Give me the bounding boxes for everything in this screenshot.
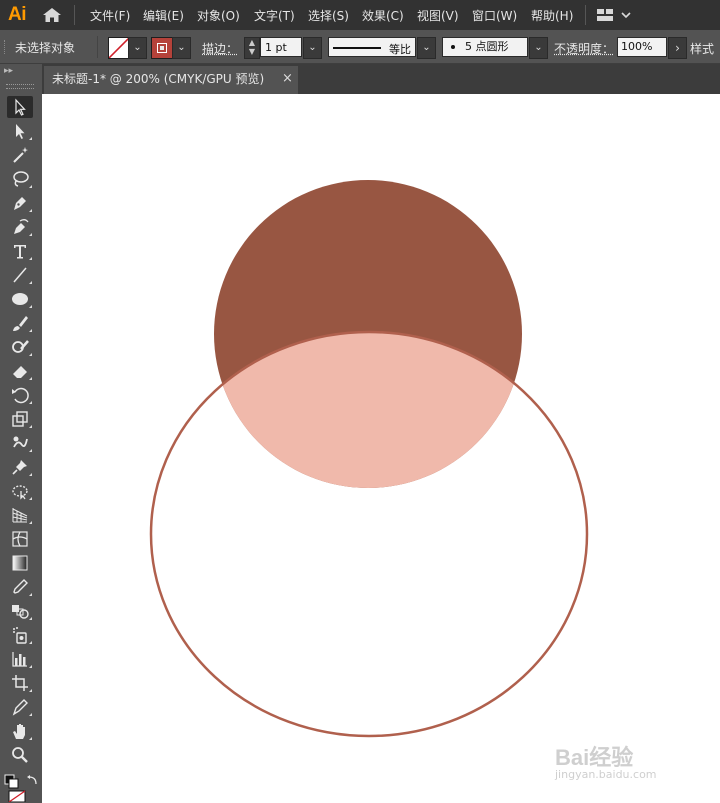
gradient-tool-icon[interactable]	[7, 552, 33, 574]
stroke-weight-spinner-icon[interactable]: ▲ ▼	[244, 37, 260, 59]
profile-line-icon	[333, 47, 381, 49]
style-label[interactable]: 样式	[690, 40, 714, 57]
opacity-label[interactable]: 不透明度：	[554, 40, 614, 57]
opacity-chevron-right-icon[interactable]: ›	[668, 37, 687, 59]
menu-separator	[585, 5, 586, 25]
direct-selection-tool-icon[interactable]	[7, 120, 33, 142]
pin-tool-icon[interactable]	[7, 456, 33, 478]
fill-swatch[interactable]	[108, 37, 130, 59]
ellipse-tool-icon[interactable]	[7, 288, 33, 310]
workspace-switcher-icon[interactable]	[597, 8, 631, 22]
selection-status: 未选择对象	[15, 41, 76, 55]
eyedropper-tool-icon[interactable]	[7, 576, 33, 598]
paintbrush-tool-icon[interactable]	[7, 312, 33, 334]
type-tool-icon[interactable]	[7, 240, 33, 262]
tools-panel-grip[interactable]	[6, 84, 34, 89]
document-tab[interactable]: 未标题-1* @ 200% (CMYK/GPU 预览)	[44, 66, 298, 94]
mesh-tool-icon[interactable]	[7, 528, 33, 550]
blend-tool-icon[interactable]	[7, 600, 33, 622]
column-graph-tool-icon[interactable]	[7, 648, 33, 670]
menu-view[interactable]: 视图(V)	[417, 7, 459, 24]
menu-window[interactable]: 窗口(W)	[472, 7, 517, 24]
menu-select[interactable]: 选择(S)	[308, 7, 349, 24]
free-transform-tool-icon[interactable]	[7, 480, 33, 502]
menu-separator	[74, 5, 75, 25]
slice-tool-icon[interactable]	[7, 696, 33, 718]
variable-width-profile[interactable]: 等比	[328, 37, 416, 57]
selection-tool-icon[interactable]	[7, 96, 33, 118]
artboard-tool-icon[interactable]	[7, 672, 33, 694]
profile-label: 等比	[389, 43, 411, 56]
brush-dot-icon	[451, 45, 455, 49]
brush-label: 点圆形	[475, 40, 509, 53]
warp-tool-icon[interactable]	[7, 432, 33, 454]
control-bar-grip[interactable]	[4, 40, 8, 54]
stroke-dropdown-chevron-icon[interactable]: ⌄	[172, 37, 191, 59]
artwork	[149, 180, 589, 738]
perspective-grid-tool-icon[interactable]	[7, 504, 33, 526]
hand-tool-icon[interactable]	[7, 720, 33, 742]
brush-chevron-icon[interactable]: ⌄	[529, 37, 548, 59]
symbol-sprayer-tool-icon[interactable]	[7, 624, 33, 646]
menu-help[interactable]: 帮助(H)	[531, 7, 573, 24]
eraser-tool-icon[interactable]	[7, 360, 33, 382]
rotate-tool-icon[interactable]	[7, 384, 33, 406]
app-logo: Ai	[8, 4, 27, 25]
home-icon[interactable]	[42, 7, 62, 23]
brush-size: 5	[465, 40, 472, 53]
stroke-weight-chevron-icon[interactable]: ⌄	[303, 37, 322, 59]
fill-dropdown-chevron-icon[interactable]: ⌄	[128, 37, 147, 59]
watermark-url: jingyan.baidu.com	[555, 768, 657, 781]
close-tab-icon[interactable]: ×	[282, 71, 293, 86]
menu-object[interactable]: 对象(O)	[197, 7, 240, 24]
menu-file[interactable]: 文件(F)	[90, 7, 130, 24]
scale-tool-icon[interactable]	[7, 408, 33, 430]
line-tool-icon[interactable]	[7, 264, 33, 286]
menu-effect[interactable]: 效果(C)	[362, 7, 404, 24]
zoom-tool-icon[interactable]	[7, 744, 33, 766]
brush-label-group: 5 点圆形	[465, 38, 509, 56]
brush-definition[interactable]: 5 点圆形	[442, 37, 528, 57]
opacity-field[interactable]: 100%	[617, 37, 667, 57]
control-separator	[97, 36, 98, 58]
stroke-weight-label[interactable]: 描边：	[202, 40, 238, 57]
artboard-canvas[interactable]	[42, 94, 720, 803]
stroke-swatch[interactable]	[151, 37, 173, 59]
menu-edit[interactable]: 编辑(E)	[143, 7, 184, 24]
profile-chevron-icon[interactable]: ⌄	[417, 37, 436, 59]
magic-wand-tool-icon[interactable]	[7, 144, 33, 166]
curvature-tool-icon[interactable]	[7, 216, 33, 238]
collapse-panel-icon[interactable]: ▸▸	[4, 66, 13, 76]
pen-tool-icon[interactable]	[7, 192, 33, 214]
shaper-tool-icon[interactable]	[7, 336, 33, 358]
document-tab-title: 未标题-1* @ 200% (CMYK/GPU 预览)	[52, 72, 265, 86]
fill-stroke-swatches-icon[interactable]	[4, 774, 40, 802]
stroke-weight-field[interactable]: 1 pt	[260, 37, 302, 57]
none-fill-icon	[109, 38, 129, 58]
lasso-tool-icon[interactable]	[7, 168, 33, 190]
menu-type[interactable]: 文字(T)	[254, 7, 295, 24]
